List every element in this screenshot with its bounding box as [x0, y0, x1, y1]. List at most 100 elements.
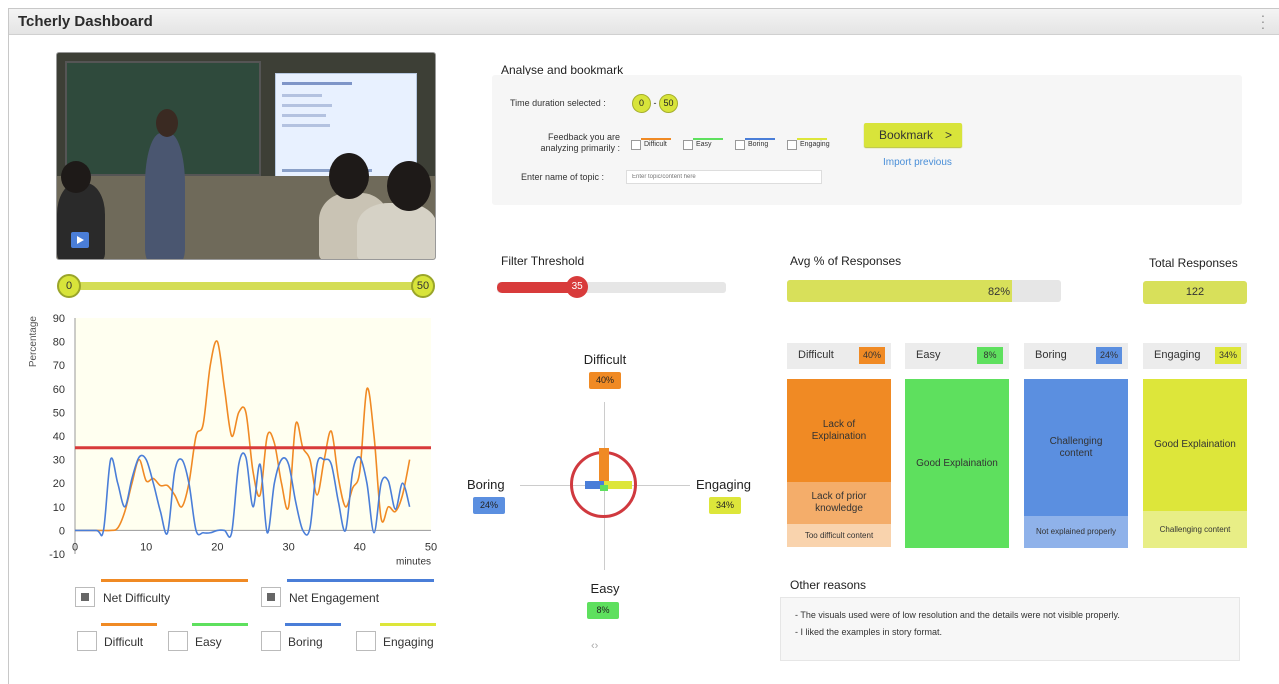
topic-label: Enter name of topic : — [521, 172, 605, 182]
boring-feedback-checkbox[interactable] — [735, 140, 745, 150]
net-engagement-checkbox[interactable] — [261, 587, 281, 607]
easy-swatch — [192, 623, 248, 626]
y-tick-label: -10 — [49, 549, 65, 561]
line-chart-svg: -10 0 10 20 30 40 50 60 70 80 90 0 10 20 30 40 50 minutes… — [28, 313, 437, 567]
difficult-label: Difficult — [104, 635, 144, 649]
engaging-checkbox[interactable] — [356, 631, 376, 651]
time-duration-label: Time duration selected : — [510, 98, 606, 108]
easy-feedback-checkbox[interactable] — [683, 140, 693, 150]
y-tick-label: 70 — [53, 360, 65, 372]
x-tick-label: 0 — [72, 541, 78, 553]
avg-responses-heading: Avg % of Responses — [790, 254, 902, 268]
card-easy: Easy 8% Good Explaination — [905, 343, 1009, 548]
card-difficult-reason-3[interactable]: Too difficult content — [787, 524, 891, 547]
net-difficulty-checkbox[interactable] — [75, 587, 95, 607]
card-engaging-title: Engaging — [1154, 349, 1201, 361]
net-engagement-label: Net Engagement — [289, 591, 380, 605]
app-title: Tcherly Dashboard — [18, 13, 153, 30]
engaging-label: Engaging — [383, 635, 434, 649]
card-boring-pct: 24% — [1096, 347, 1122, 364]
range-start-handle[interactable]: 0 — [57, 274, 81, 298]
card-difficult-reason-2[interactable]: Lack of prior knowledge — [787, 482, 891, 524]
card-difficult: Difficult 40% Lack of Explaination Lack … — [787, 343, 891, 547]
other-reasons-heading: Other reasons — [790, 578, 867, 592]
quadrant-difficult-pct: 40% — [589, 372, 621, 389]
x-tick-label: 40 — [354, 541, 366, 553]
feedback-label-line2: analyzing primarily : — [540, 143, 620, 153]
time-separator: - — [653, 98, 657, 108]
quadrant-boring-pct: 24% — [473, 497, 505, 514]
import-previous-link[interactable]: Import previous — [883, 157, 952, 168]
bookmark-label: Bookmark — [879, 128, 934, 142]
card-boring-header: Boring 24% — [1024, 343, 1128, 369]
bookmark-button[interactable]: Bookmark > — [864, 123, 962, 147]
filter-threshold-handle[interactable]: 35 — [566, 276, 589, 298]
range-end-handle[interactable]: 50 — [411, 274, 435, 298]
other-reasons-box: - The visuals used were of low resolutio… — [780, 597, 1240, 661]
engaging-feedback-checkbox[interactable] — [787, 140, 797, 150]
engaging-swatch — [380, 623, 436, 626]
easy-checkbox[interactable] — [168, 631, 188, 651]
chevron-right-icon: > — [944, 128, 952, 142]
feedback-difficult-label: Difficult — [644, 141, 667, 148]
chevron-right-nav-icon[interactable]: › — [595, 640, 599, 652]
card-boring-reason-2[interactable]: Not explained properly — [1024, 516, 1128, 548]
time-end-value: 50 — [659, 94, 679, 113]
feedback-label-line1: Feedback you are — [547, 132, 620, 142]
difficult-checkbox[interactable] — [77, 631, 97, 651]
avg-responses-value: 82% — [987, 286, 1010, 298]
filter-threshold-fill — [497, 282, 578, 293]
boring-label: Boring — [288, 635, 323, 649]
topic-input[interactable] — [626, 170, 822, 184]
card-engaging: Engaging 34% Good Explaination Challengi… — [1143, 343, 1247, 548]
card-easy-title: Easy — [916, 349, 941, 361]
time-range-slider[interactable]: 0 50 — [57, 274, 435, 298]
filter-threshold-heading: Filter Threshold — [501, 254, 585, 268]
y-axis-label: Percentage — [28, 316, 39, 368]
feedback-boring-label: Boring — [748, 141, 769, 148]
card-easy-pct: 8% — [977, 347, 1003, 364]
card-boring-reason-1[interactable]: Challenging content — [1024, 379, 1128, 516]
card-difficult-pct: 40% — [859, 347, 885, 364]
card-difficult-title: Difficult — [798, 349, 834, 361]
card-difficult-header: Difficult 40% — [787, 343, 891, 369]
quadrant-difficult-label: Difficult — [583, 352, 627, 367]
y-tick-label: 20 — [53, 478, 65, 490]
x-axis-label: minutes — [396, 556, 431, 567]
x-tick-label: 10 — [140, 541, 152, 553]
feedback-easy-label: Easy — [696, 141, 712, 148]
card-easy-reason-1[interactable]: Good Explaination — [905, 379, 1009, 548]
card-difficult-reason-1[interactable]: Lack of Explaination — [787, 379, 891, 482]
y-tick-label: 60 — [53, 384, 65, 396]
quadrant-easy-label: Easy — [590, 581, 620, 596]
card-engaging-reason-2[interactable]: Challenging content — [1143, 511, 1247, 548]
feedback-engaging-label: Engaging — [800, 141, 830, 148]
y-tick-label: 10 — [53, 502, 65, 514]
y-tick-label: 0 — [59, 525, 65, 537]
other-reason-item: - I liked the examples in story format. — [795, 627, 943, 637]
total-responses-heading: Total Responses — [1149, 256, 1238, 270]
other-reason-item: - The visuals used were of low resolutio… — [795, 610, 1120, 620]
play-icon[interactable] — [71, 232, 89, 248]
difficult-swatch — [101, 623, 157, 626]
line-chart: -10 0 10 20 30 40 50 60 70 80 90 0 10 20 30 40 50 minutes… — [20, 300, 440, 570]
quadrant-easy-bar — [600, 485, 608, 491]
title-bar: Tcherly Dashboard · · · — [9, 8, 1279, 35]
total-responses-value: 122 — [1143, 281, 1247, 304]
difficult-feedback-checkbox[interactable] — [631, 140, 641, 150]
card-boring: Boring 24% Challenging content Not expla… — [1024, 343, 1128, 548]
y-tick-label: 30 — [53, 455, 65, 467]
card-engaging-pct: 34% — [1215, 347, 1241, 364]
card-engaging-reason-1[interactable]: Good Explaination — [1143, 379, 1247, 511]
more-options-icon[interactable]: · · · — [1260, 8, 1266, 34]
x-tick-label: 30 — [282, 541, 294, 553]
boring-checkbox[interactable] — [261, 631, 281, 651]
time-duration-values: 0 - 50 — [632, 94, 679, 113]
quadrant-nav: ‹› — [591, 640, 598, 652]
card-easy-header: Easy 8% — [905, 343, 1009, 369]
x-tick-label: 50 — [425, 541, 437, 553]
quadrant-engaging-pct: 34% — [709, 497, 741, 514]
quadrant-easy-pct: 8% — [587, 602, 619, 619]
easy-label: Easy — [195, 635, 222, 649]
lecture-video[interactable] — [56, 52, 436, 260]
